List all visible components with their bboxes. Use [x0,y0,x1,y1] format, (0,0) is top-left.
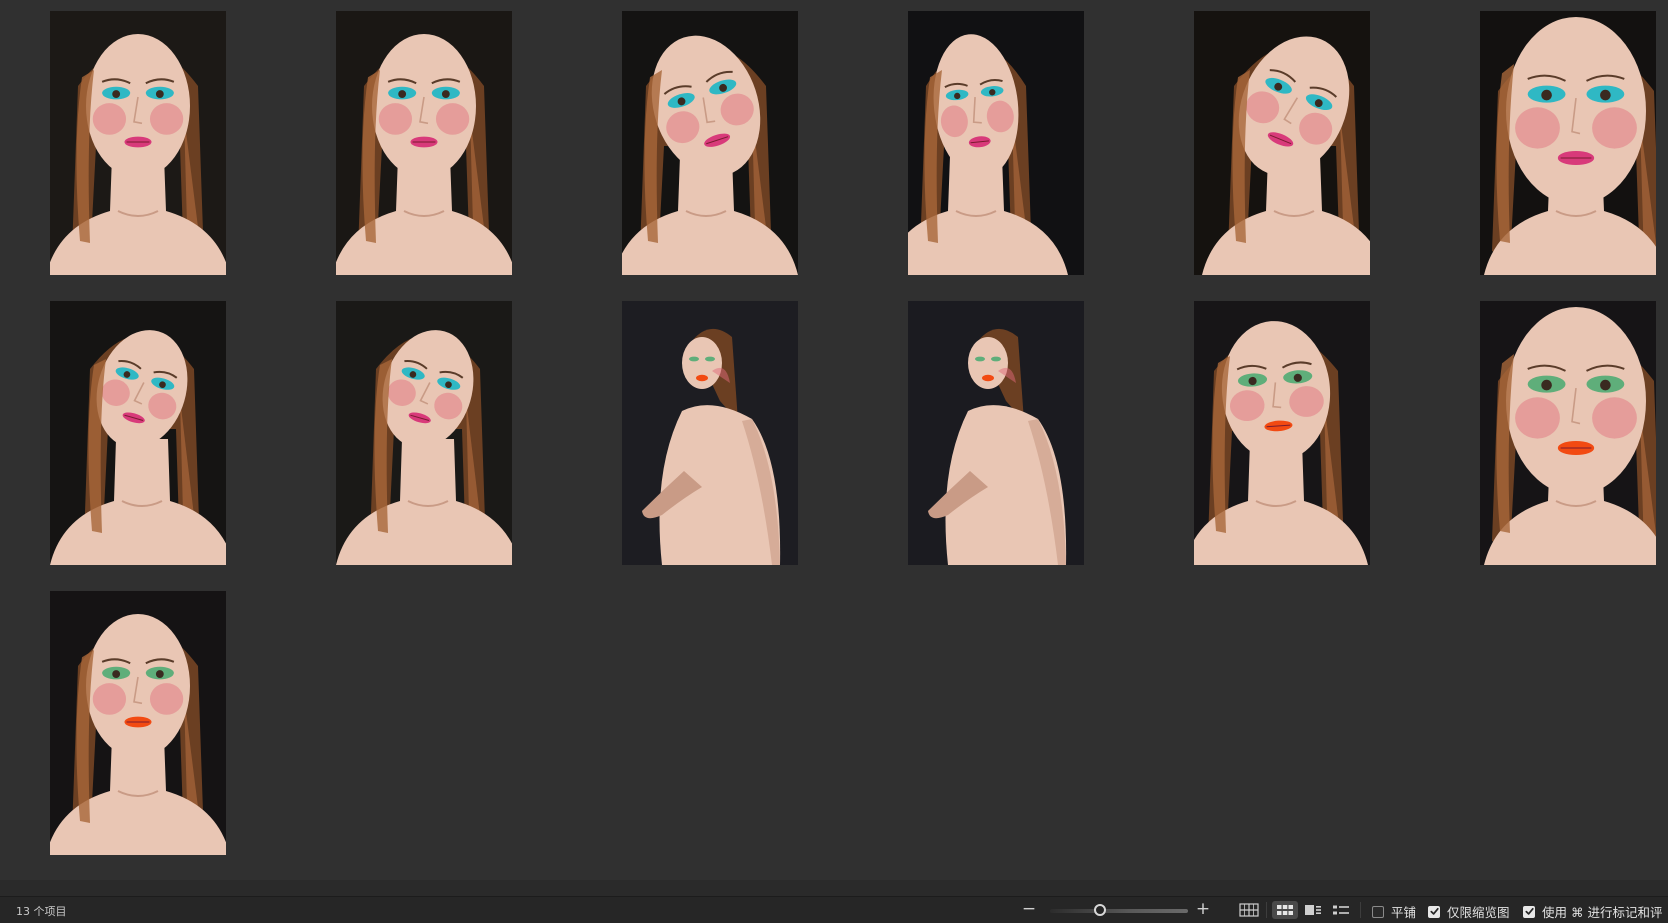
use-cmd-mark-checkbox[interactable] [1523,905,1535,918]
plus-icon: + [1195,899,1211,919]
minus-icon: − [1021,899,1037,919]
view-small-grid-button[interactable] [1272,901,1298,919]
photo-thumbnail[interactable] [1194,301,1370,565]
photo-image [50,301,226,565]
photo-image [336,11,512,275]
photo-thumbnail[interactable] [1480,301,1656,565]
zoom-out-button[interactable]: − [1020,900,1038,918]
thumbnail-grid[interactable] [0,0,1668,880]
zoom-slider[interactable] [1050,904,1188,916]
photo-image [622,301,798,565]
photo-thumbnail[interactable] [1194,11,1370,275]
view-divider [1266,902,1267,918]
photo-image [1480,11,1656,275]
item-count-label: 13 个项目 [16,905,67,918]
photo-image [50,11,226,275]
options-divider [1360,902,1361,918]
photo-thumbnail[interactable] [336,11,512,275]
photo-thumbnail[interactable] [50,591,226,855]
photo-thumbnail[interactable] [622,301,798,565]
tile-label: 平铺 [1391,905,1417,920]
photo-thumbnail[interactable] [908,11,1084,275]
thumbnails-only-checkbox[interactable] [1428,905,1440,918]
photo-browser: 13 个项目 − + 平铺 仅限缩览图 使用 ⌘ 进行标记和评 [0,0,1668,923]
tile-option[interactable]: 平铺 [1372,902,1416,921]
photo-thumbnail[interactable] [622,11,798,275]
photo-thumbnail[interactable] [336,301,512,565]
photo-image [50,591,226,855]
photo-thumbnail[interactable] [50,301,226,565]
zoom-slider-knob[interactable] [1093,904,1106,916]
thumbnails-only-label: 仅限缩览图 [1447,905,1510,920]
view-filmstrip-button[interactable] [1300,901,1326,919]
photo-thumbnail[interactable] [50,11,226,275]
list-icon [1333,905,1349,915]
large-grid-icon [1239,903,1259,917]
photo-image [908,301,1084,565]
photo-image [336,301,512,565]
filmstrip-icon [1305,905,1321,915]
photo-thumbnail[interactable] [908,301,1084,565]
view-large-grid-button[interactable] [1236,901,1262,919]
zoom-in-button[interactable]: + [1194,900,1212,918]
photo-image [1480,301,1656,565]
use-cmd-mark-label: 使用 ⌘ 进行标记和评 [1542,905,1663,920]
photo-thumbnail[interactable] [1480,11,1656,275]
use-cmd-mark-option[interactable]: 使用 ⌘ 进行标记和评 [1523,902,1662,921]
photo-image [1194,301,1370,565]
photo-image [1194,11,1370,275]
thumbnails-only-option[interactable]: 仅限缩览图 [1428,902,1510,921]
tile-checkbox[interactable] [1372,905,1384,918]
photo-image [908,11,1084,275]
grid-footer-strip [0,880,1668,896]
view-list-button[interactable] [1328,901,1354,919]
small-grid-icon [1277,905,1293,915]
status-bar: 13 个项目 − + 平铺 仅限缩览图 使用 ⌘ 进行标记和评 [0,896,1668,923]
photo-image [622,11,798,275]
